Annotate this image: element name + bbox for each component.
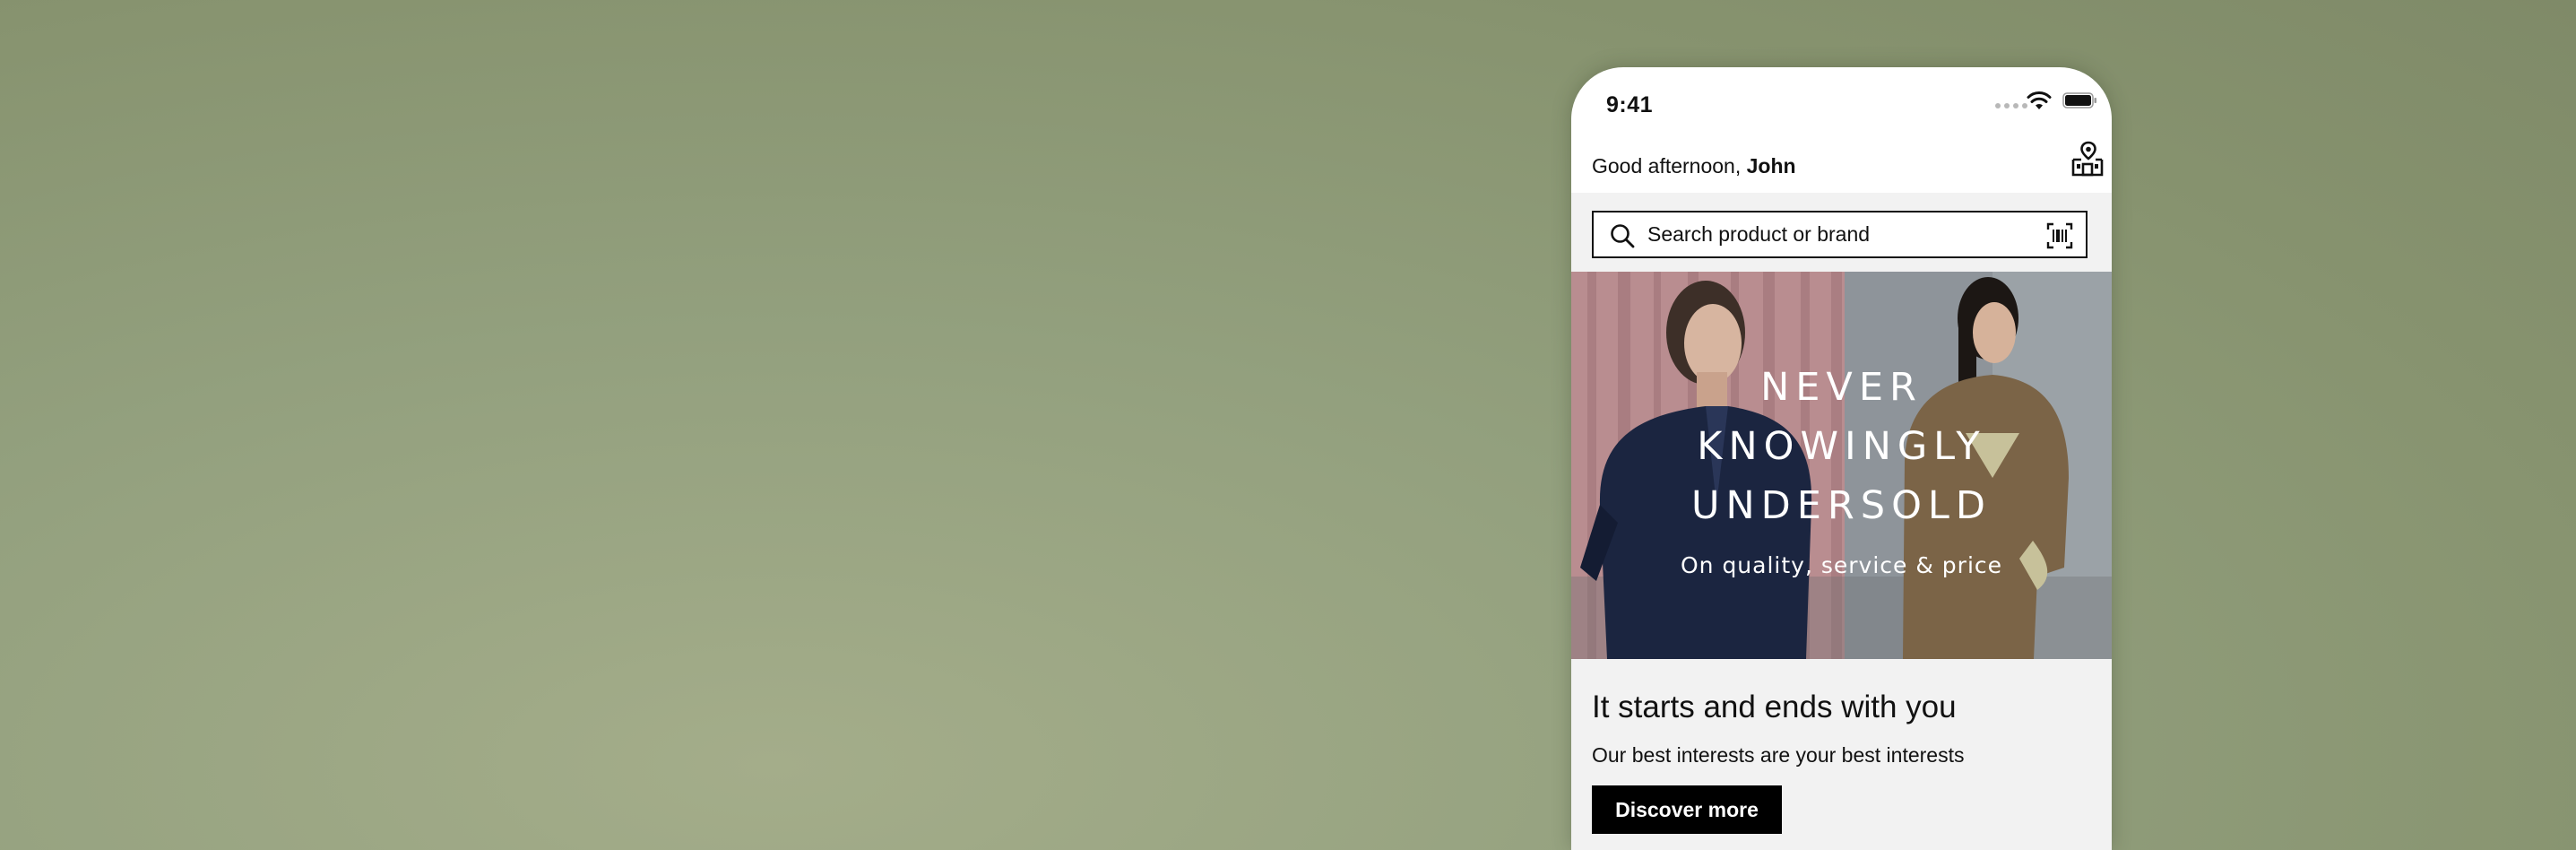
barcode-scan-icon[interactable]: [2046, 222, 2073, 249]
status-time: 9:41: [1606, 92, 1654, 117]
search-section: [1571, 193, 2112, 272]
search-icon: [1611, 224, 1635, 248]
phone-screen: 9:41 Good afternoon, John Search product…: [1571, 67, 2112, 850]
discover-more-button[interactable]: Discover more: [1592, 785, 1782, 834]
cellular-signal-icon: [1995, 103, 2027, 108]
greeting-header: Good afternoon, John: [1571, 139, 2112, 193]
hero-title-line: KNOWINGLY: [1697, 424, 1986, 469]
hero-title-line: UNDERSOLD: [1690, 483, 1992, 528]
promo-section: It starts and ends with you Our best int…: [1571, 659, 2112, 850]
wifi-icon: [2027, 91, 2052, 109]
promo-heading: It starts and ends with you: [1592, 690, 1957, 724]
hero-banner[interactable]: NEVER KNOWINGLY UNDERSOLD On quality, se…: [1571, 272, 2112, 659]
greeting-text: Good afternoon, John: [1592, 154, 1796, 178]
hero-subtitle: On quality, service & price: [1680, 552, 2003, 578]
greeting-prefix: Good afternoon,: [1592, 154, 1742, 178]
battery-icon: [2062, 92, 2096, 108]
status-bar: 9:41: [1571, 67, 2112, 139]
search-input[interactable]: [1647, 212, 2024, 256]
hero-title-line: NEVER: [1760, 365, 1923, 410]
search-bar[interactable]: [1592, 211, 2088, 258]
user-name: John: [1746, 154, 1796, 178]
promo-text: Our best interests are your best interes…: [1592, 743, 1965, 767]
hero-title: NEVER KNOWINGLY UNDERSOLD: [1571, 358, 2112, 535]
store-locator-icon[interactable]: [2070, 141, 2105, 177]
